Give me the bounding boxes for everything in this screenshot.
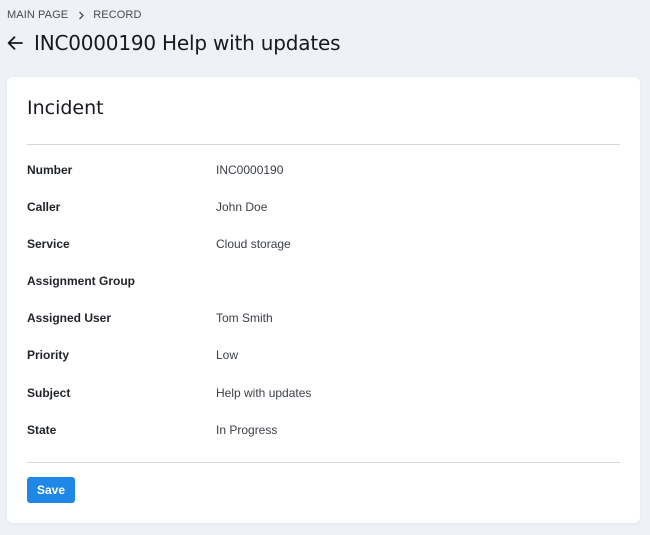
divider <box>27 462 620 463</box>
breadcrumb-main-page[interactable]: MAIN PAGE <box>7 9 68 21</box>
field-row-assigned-user: Assigned User Tom Smith <box>27 311 620 348</box>
field-row-number: Number INC0000190 <box>27 163 620 200</box>
field-row-caller: Caller John Doe <box>27 200 620 237</box>
field-label: Assigned User <box>27 311 112 326</box>
field-label: Caller <box>27 200 61 215</box>
field-value: John Doe <box>216 200 268 215</box>
field-value: Low <box>216 348 239 363</box>
field-value: In Progress <box>216 422 278 437</box>
field-row-priority: Priority Low <box>27 348 620 385</box>
field-label: Number <box>27 163 73 177</box>
field-label: State <box>27 422 57 437</box>
field-row-assignment-group: Assignment Group <box>27 274 620 311</box>
field-row-service: Service Cloud storage <box>27 237 620 274</box>
field-value: Cloud storage <box>216 237 291 252</box>
field-label: Priority <box>27 348 70 363</box>
card-title: Incident <box>27 97 104 119</box>
chevron-right-icon <box>78 11 85 20</box>
page-title: INC0000190 Help with updates <box>34 31 341 55</box>
field-label: Service <box>27 237 70 252</box>
breadcrumb: MAIN PAGE RECORD <box>7 9 142 21</box>
breadcrumb-record: RECORD <box>93 9 142 21</box>
field-value: Help with updates <box>216 385 312 400</box>
field-label: Assignment Group <box>27 274 136 289</box>
field-row-subject: Subject Help with updates <box>27 386 620 423</box>
field-value: INC0000190 <box>216 163 284 177</box>
field-value: Tom Smith <box>216 311 273 326</box>
arrow-left-icon[interactable] <box>7 31 29 55</box>
field-label: Subject <box>27 385 71 400</box>
field-list: Number INC0000190 Caller John Doe Servic… <box>27 163 620 460</box>
page-header: INC0000190 Help with updates <box>7 31 340 55</box>
incident-card: Incident Number INC0000190 Caller John D… <box>7 77 640 523</box>
divider <box>27 144 620 145</box>
field-row-state: State In Progress <box>27 423 620 460</box>
save-button[interactable]: Save <box>27 477 75 503</box>
